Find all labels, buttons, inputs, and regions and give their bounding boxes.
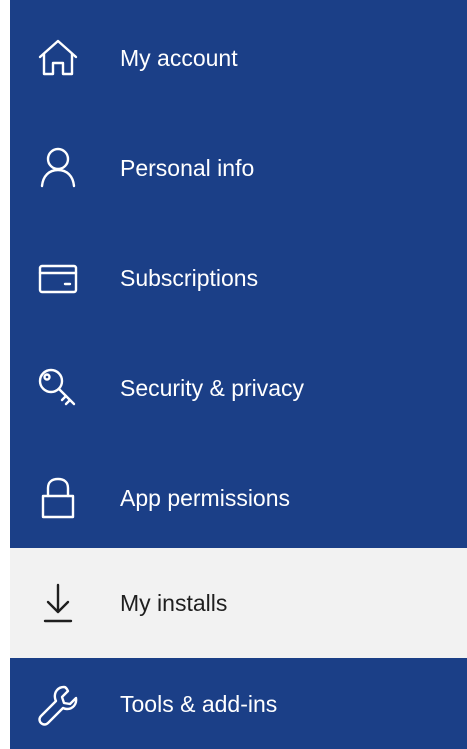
nav-item-my-installs[interactable]: My installs bbox=[10, 548, 467, 658]
nav-item-subscriptions[interactable]: Subscriptions bbox=[10, 223, 467, 333]
nav-item-app-permissions[interactable]: App permissions bbox=[10, 443, 467, 553]
nav-item-my-account[interactable]: My account bbox=[10, 3, 467, 113]
wrench-icon bbox=[30, 677, 86, 733]
nav-item-personal-info[interactable]: Personal info bbox=[10, 113, 467, 223]
nav-item-label: App permissions bbox=[120, 484, 291, 511]
download-icon bbox=[30, 575, 86, 631]
nav-item-tools-add-ins[interactable]: Tools & add-ins bbox=[10, 660, 467, 749]
person-icon bbox=[30, 140, 86, 196]
account-nav: My account Personal info Subscriptions S… bbox=[10, 0, 467, 749]
card-icon bbox=[30, 250, 86, 306]
nav-item-label: Personal info bbox=[120, 154, 255, 181]
nav-item-label: My installs bbox=[120, 589, 228, 616]
nav-item-label: Subscriptions bbox=[120, 264, 259, 291]
nav-item-label: Security & privacy bbox=[120, 374, 305, 401]
nav-item-label: My account bbox=[120, 44, 238, 71]
key-icon bbox=[30, 360, 86, 416]
nav-item-security-privacy[interactable]: Security & privacy bbox=[10, 333, 467, 443]
home-icon bbox=[30, 30, 86, 86]
nav-item-label: Tools & add-ins bbox=[120, 691, 278, 717]
lock-icon bbox=[30, 470, 86, 526]
